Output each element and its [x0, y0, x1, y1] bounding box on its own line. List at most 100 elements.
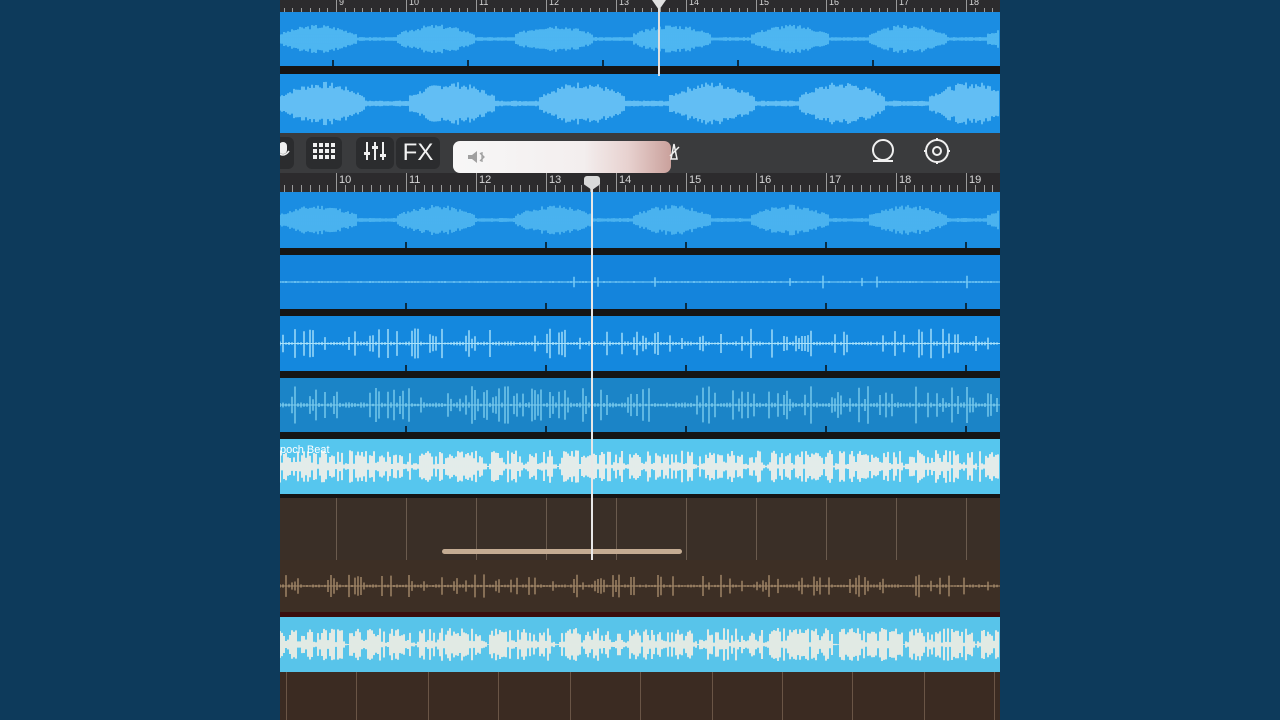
waveform — [280, 204, 999, 236]
ruler-bar-number: 14 — [619, 174, 632, 186]
timeline-ruler[interactable]: 10 11 12 13 14 15 16 17 18 19 — [280, 173, 1000, 192]
ruler-bar-number: 17 — [899, 0, 910, 7]
ruler-tick — [423, 185, 425, 192]
ruler-tick — [957, 185, 959, 192]
browser-grid-button[interactable] — [306, 137, 342, 169]
ruler-bar-number: 18 — [969, 0, 980, 7]
settings-button[interactable] — [920, 137, 954, 169]
ruler-bar-number: 14 — [689, 0, 700, 7]
grid-line — [428, 672, 429, 720]
ruler-tick — [519, 185, 521, 192]
waveform — [280, 450, 999, 483]
ruler-tick — [493, 185, 495, 192]
microphone-button[interactable] — [280, 137, 294, 169]
ruler-tick — [642, 185, 644, 192]
grid-line — [756, 498, 757, 560]
master-volume-slider[interactable] — [453, 141, 671, 173]
ruler-tick — [913, 185, 915, 192]
ruler-tick — [896, 0, 897, 12]
ruler-tick — [528, 185, 530, 192]
grid-line — [336, 498, 337, 560]
ruler-tick — [694, 185, 696, 192]
track-region-1[interactable] — [280, 192, 1000, 248]
ruler-bar-number: 16 — [829, 0, 840, 7]
ruler-tick — [896, 173, 897, 192]
ruler-tick — [948, 185, 950, 192]
ghost-playhead-marker[interactable] — [652, 0, 666, 10]
ruler-tick — [738, 185, 740, 192]
ruler-tick — [826, 173, 827, 192]
ruler-bar-number: 18 — [899, 174, 912, 186]
ruler-tick — [318, 185, 320, 192]
grid-line — [994, 672, 995, 720]
ghost-track-region-2[interactable] — [280, 74, 1000, 133]
ruler-tick — [406, 173, 407, 192]
ruler-tick — [747, 185, 749, 192]
ruler-bar-number: 11 — [409, 174, 421, 186]
ruler-tick — [563, 185, 565, 192]
ruler-tick — [686, 0, 687, 12]
track-region-4[interactable] — [280, 378, 1000, 432]
mixer-button[interactable] — [356, 137, 394, 169]
ruler-tick — [756, 0, 757, 12]
ruler-bar-number: 13 — [619, 0, 630, 7]
timeline-ruler-top[interactable]: 9 10 11 12 13 14 15 16 17 18 — [280, 0, 1000, 12]
ruler-tick — [301, 185, 302, 192]
grid-line — [640, 672, 641, 720]
metronome-button[interactable] — [664, 137, 684, 169]
mixer-sliders-icon — [363, 141, 387, 166]
ruler-tick — [371, 185, 372, 192]
track-region-beat[interactable]: poch Beat — [280, 439, 1000, 494]
fx-button[interactable]: FX — [396, 137, 440, 169]
track-region-2[interactable] — [280, 255, 1000, 309]
ruler-tick — [703, 185, 705, 192]
ruler-tick — [388, 185, 390, 192]
ruler-tick — [756, 173, 757, 192]
ruler-tick — [449, 185, 451, 192]
ruler-tick — [721, 185, 722, 192]
ruler-tick — [546, 173, 547, 192]
grid-line — [570, 672, 571, 720]
loop-button[interactable] — [866, 137, 900, 169]
grid-line — [852, 672, 853, 720]
ruler-tick — [817, 185, 819, 192]
ruler-bar-number: 9 — [339, 0, 345, 7]
ruler-tick — [572, 185, 574, 192]
ruler-tick — [598, 185, 600, 192]
ruler-tick — [992, 185, 994, 192]
ghost-track-region-3[interactable] — [280, 560, 1000, 612]
ruler-tick — [904, 185, 906, 192]
ruler-tick — [633, 185, 635, 192]
ghost-track-region-1[interactable] — [280, 12, 1000, 66]
grid-line — [712, 672, 713, 720]
playhead — [591, 178, 593, 560]
ruler-tick — [511, 185, 512, 192]
ruler-tick — [344, 185, 346, 192]
ruler-tick — [922, 185, 924, 192]
loop-icon — [870, 138, 896, 169]
ruler-tick — [502, 185, 504, 192]
ruler-tick — [554, 185, 556, 192]
ruler-tick — [406, 0, 407, 12]
grid-line — [782, 672, 783, 720]
ruler-tick — [467, 185, 469, 192]
waveform — [280, 628, 999, 661]
ruler-tick — [931, 185, 932, 192]
empty-track-lane-2 — [280, 672, 1000, 720]
daw-arrangement-view: 9 10 11 12 13 14 15 16 17 18 FX 10 11 12… — [280, 0, 1000, 720]
grid-line — [356, 672, 357, 720]
ruler-tick — [773, 185, 775, 192]
ruler-tick — [791, 185, 792, 192]
ruler-tick — [974, 185, 976, 192]
ruler-tick — [537, 185, 539, 192]
scroll-handle[interactable] — [442, 549, 682, 554]
ruler-tick — [651, 185, 652, 192]
ruler-tick — [659, 185, 661, 192]
ruler-bar-number: 15 — [689, 174, 702, 186]
ruler-tick — [939, 185, 941, 192]
track-region-3[interactable] — [280, 316, 1000, 371]
ghost-track-region-4[interactable] — [280, 617, 1000, 672]
ruler-bar-number: 19 — [969, 174, 982, 186]
ruler-tick — [808, 185, 810, 192]
microphone-icon — [280, 141, 290, 166]
